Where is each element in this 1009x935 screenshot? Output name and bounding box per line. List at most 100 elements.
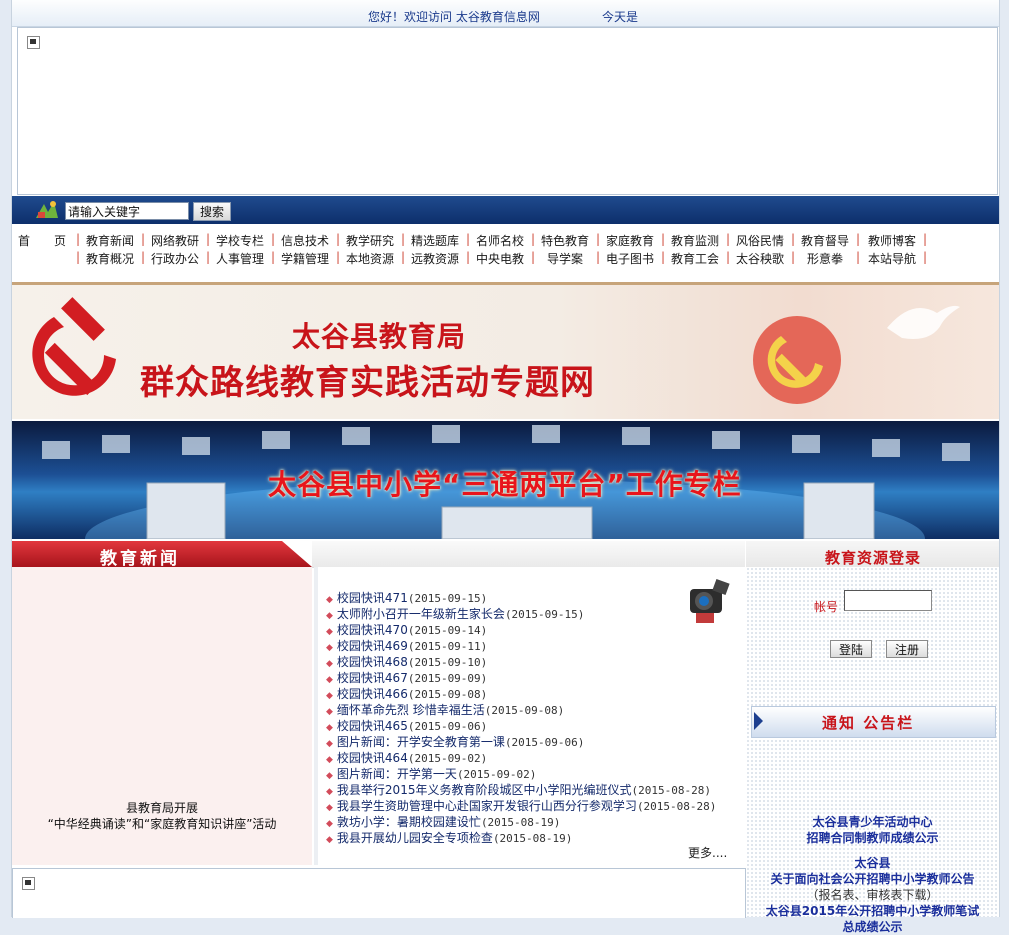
arrow-right-icon xyxy=(754,712,763,730)
news-item[interactable]: ◆ 我县学生资助管理中心赴国家开发银行山西分行参观学习(2015-08-28) xyxy=(326,797,716,813)
bullet-icon: ◆ xyxy=(326,819,333,829)
nav-separator: | xyxy=(401,250,406,264)
nav-item-question-bank[interactable]: 精选题库 xyxy=(411,232,459,249)
news-item[interactable]: ◆ 缅怀革命先烈 珍惜幸福生活(2015-09-08) xyxy=(326,701,564,717)
news-item[interactable]: ◆ 校园快讯465(2015-09-06) xyxy=(326,717,487,733)
news-item[interactable]: ◆ 校园快讯469(2015-09-11) xyxy=(326,637,487,653)
nav-item-teaching-research[interactable]: 教学研究 xyxy=(346,232,394,249)
nav-item-news[interactable]: 教育新闻 xyxy=(86,232,134,249)
nav-separator: | xyxy=(726,250,731,264)
news-list: ◆ 校园快讯471(2015-09-15) ◆ 太师附小召开一年级新生家长会(201… xyxy=(314,567,750,865)
nav-separator: | xyxy=(596,232,601,246)
nav-item-overview[interactable]: 教育概况 xyxy=(86,250,134,267)
account-input[interactable] xyxy=(844,590,932,611)
nav-separator: | xyxy=(466,232,471,246)
notice-header: 通知 公告栏 xyxy=(751,706,996,738)
bullet-icon: ◆ xyxy=(326,659,333,669)
top-bar: 您好！欢迎访问 太谷教育信息网 今天是 xyxy=(12,0,999,27)
bullet-icon: ◆ xyxy=(326,707,333,717)
bullet-icon: ◆ xyxy=(326,803,333,813)
bullet-icon: ◆ xyxy=(326,643,333,653)
nav-item-monitoring[interactable]: 教育监测 xyxy=(671,232,719,249)
nav-item-local-resources[interactable]: 本地资源 xyxy=(346,250,394,267)
nav-separator: | xyxy=(466,250,471,264)
three-links-banner[interactable]: 太谷县中小学“三通两平台”工作专栏 xyxy=(12,421,999,539)
search-bar: 搜索 xyxy=(12,196,999,224)
main-nav: 首 页 | 教育新闻 | 网络教研 | 学校专栏 | 信息技术 | 教学研究 |… xyxy=(12,232,999,272)
resource-login-panel: 帐号 登陆 注册 通知 公告栏 太谷县青少年活动中心 招聘合同制教师成绩公示 太… xyxy=(746,567,999,934)
news-item[interactable]: ◆ 图片新闻：开学安全教育第一课(2015-09-06) xyxy=(326,733,584,749)
nav-separator: | xyxy=(141,232,146,246)
register-button[interactable]: 注册 xyxy=(886,640,928,658)
nav-row-1: 首 页 | 教育新闻 | 网络教研 | 学校专栏 | 信息技术 | 教学研究 |… xyxy=(12,232,999,250)
bullet-icon: ◆ xyxy=(326,771,333,781)
news-photo-caption-2[interactable]: “中华经典诵读”和“家庭教育知识讲座”活动 xyxy=(12,815,312,832)
bullet-icon: ◆ xyxy=(326,691,333,701)
nav-separator: | xyxy=(336,250,341,264)
camera-icon xyxy=(690,578,730,623)
bullet-icon: ◆ xyxy=(326,611,333,621)
news-item[interactable]: ◆ 校园快讯467(2015-09-09) xyxy=(326,669,487,685)
nav-separator: | xyxy=(401,232,406,246)
resource-login-header: 教育资源登录 xyxy=(746,541,999,567)
news-item[interactable]: ◆ 校园快讯468(2015-09-10) xyxy=(326,653,487,669)
bullet-icon: ◆ xyxy=(326,739,333,749)
nav-item-teacher-blog[interactable]: 教师博客 xyxy=(868,232,916,249)
nav-item-admin-office[interactable]: 行政办公 xyxy=(151,250,199,267)
news-item[interactable]: ◆ 图片新闻：开学第一天(2015-09-02) xyxy=(326,765,536,781)
nav-item-central-av[interactable]: 中央电教 xyxy=(476,250,524,267)
nav-item-student-records[interactable]: 学籍管理 xyxy=(281,250,329,267)
nav-item-yangge[interactable]: 太谷秧歌 xyxy=(736,250,784,267)
news-item[interactable]: ◆ 校园快讯471(2015-09-15) xyxy=(326,589,487,605)
nav-item-study-guide[interactable]: 导学案 xyxy=(547,250,583,267)
news-item[interactable]: ◆ 我县举行2015年义务教育阶段城区中小学阳光编班仪式(2015-08-28) xyxy=(326,781,711,797)
nav-item-union[interactable]: 教育工会 xyxy=(671,250,719,267)
page-container: 您好！欢迎访问 太谷教育信息网 今天是 搜索 首 页 | 教育新闻 | 网络教研… xyxy=(11,0,1000,934)
nav-item-ebooks[interactable]: 电子图书 xyxy=(606,250,654,267)
nav-item-special-education[interactable]: 特色教育 xyxy=(541,232,589,249)
news-header: 教育新闻 xyxy=(12,541,312,567)
news-item[interactable]: ◆ 校园快讯470(2015-09-14) xyxy=(326,621,487,637)
notice-header-title: 通知 公告栏 xyxy=(822,714,915,732)
search-input[interactable] xyxy=(65,202,189,220)
party-emblem-icon xyxy=(753,316,841,404)
banner-title-line2: 群众路线教育实践活动专题网 xyxy=(140,363,595,403)
nav-item-remote-resources[interactable]: 远教资源 xyxy=(411,250,459,267)
bullet-icon: ◆ xyxy=(326,755,333,765)
login-button[interactable]: 登陆 xyxy=(830,640,872,658)
news-photo-caption-1[interactable]: 县教育局开展 xyxy=(12,799,312,816)
nav-item-xingyi[interactable]: 形意拳 xyxy=(807,250,843,267)
nav-separator: | xyxy=(531,250,536,264)
nav-item-family-education[interactable]: 家庭教育 xyxy=(606,232,654,249)
notice-item-2[interactable]: 太谷县 关于面向社会公开招聘中小学教师公告 （报名表、审核表下载） 太谷县201… xyxy=(746,855,999,935)
news-item[interactable]: ◆ 校园快讯464(2015-09-02) xyxy=(326,749,487,765)
bullet-icon: ◆ xyxy=(326,595,333,605)
nav-separator: | xyxy=(596,250,601,264)
nav-separator: | xyxy=(271,250,276,264)
nav-separator: | xyxy=(661,232,666,246)
news-item[interactable]: ◆ 敦坊小学：暑期校园建设忙(2015-08-19) xyxy=(326,813,560,829)
news-photo-panel[interactable]: 县教育局开展 “中华经典诵读”和“家庭教育知识讲座”活动 xyxy=(12,567,312,865)
news-more-link[interactable]: 更多.... xyxy=(688,844,727,861)
news-item[interactable]: ◆ 校园快讯466(2015-09-08) xyxy=(326,685,487,701)
nav-separator: | xyxy=(661,250,666,264)
nav-separator: | xyxy=(923,232,928,246)
nav-item-site-nav[interactable]: 本站导航 xyxy=(868,250,916,267)
nav-item-school-column[interactable]: 学校专栏 xyxy=(216,232,264,249)
nav-item-home[interactable]: 首 页 xyxy=(18,232,66,249)
nav-item-famous-teachers[interactable]: 名师名校 xyxy=(476,232,524,249)
nav-item-it[interactable]: 信息技术 xyxy=(281,232,329,249)
nav-separator: | xyxy=(726,232,731,246)
mass-line-banner[interactable]: 太谷县教育局 群众路线教育实践活动专题网 xyxy=(12,285,999,419)
nav-item-supervision[interactable]: 教育督导 xyxy=(801,232,849,249)
news-item[interactable]: ◆ 太师附小召开一年级新生家长会(2015-09-15) xyxy=(326,605,584,621)
nav-item-customs[interactable]: 风俗民情 xyxy=(736,232,784,249)
nav-separator: | xyxy=(206,232,211,246)
nav-separator: | xyxy=(923,250,928,264)
search-button[interactable]: 搜索 xyxy=(193,202,231,221)
nav-item-online-research[interactable]: 网络教研 xyxy=(151,232,199,249)
today-text: 今天是 xyxy=(602,10,639,24)
news-item[interactable]: ◆ 我县开展幼儿园安全专项检查(2015-08-19) xyxy=(326,829,572,845)
notice-item-1[interactable]: 太谷县青少年活动中心 招聘合同制教师成绩公示 xyxy=(746,814,999,846)
nav-item-personnel[interactable]: 人事管理 xyxy=(216,250,264,267)
